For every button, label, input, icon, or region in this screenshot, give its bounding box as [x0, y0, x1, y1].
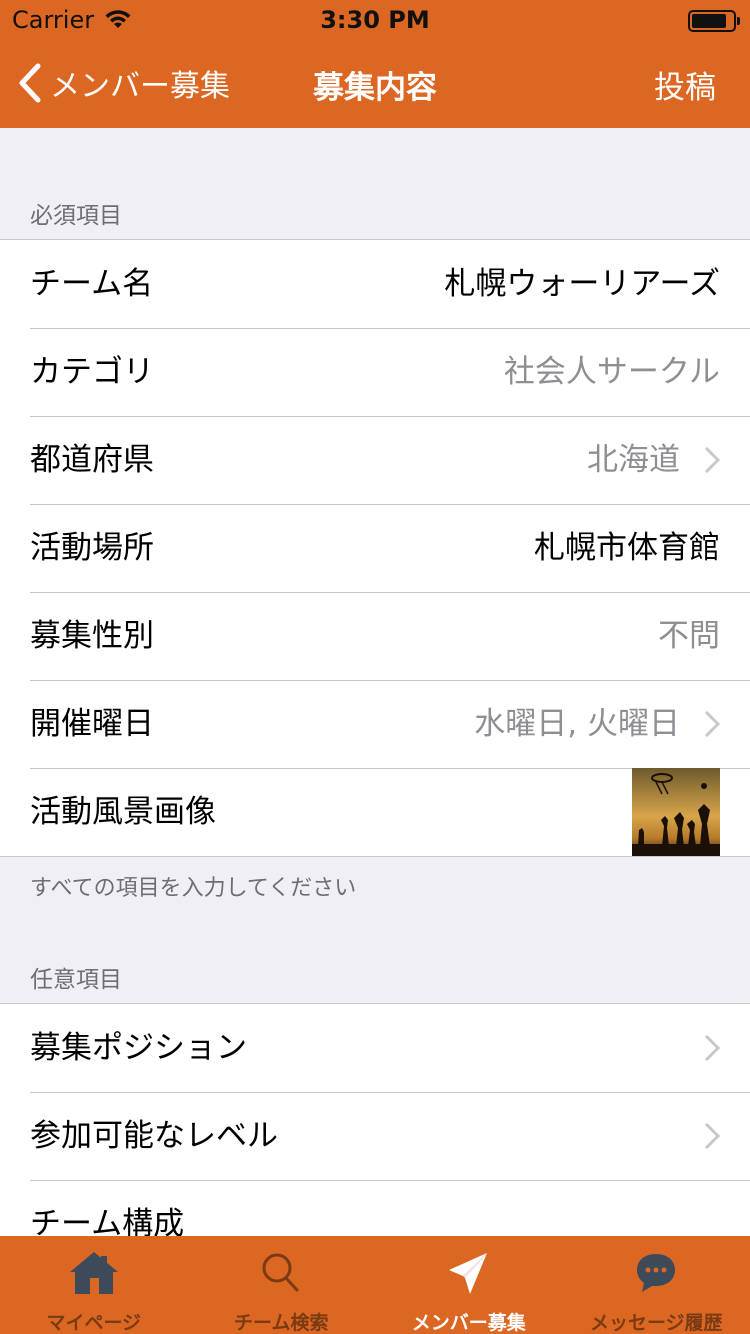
required-section-footer: すべての項目を入力してください: [30, 876, 357, 901]
row-value: 札幌市体育館: [534, 530, 720, 566]
tab-label: チーム検索: [234, 1312, 329, 1334]
row-label: 参加可能なレベル: [30, 1118, 278, 1154]
row-value: 社会人サークル: [503, 354, 720, 390]
prefecture-row[interactable]: 都道府県 北海道: [0, 416, 750, 504]
activity-photo-thumbnail[interactable]: [632, 768, 720, 856]
chevron-right-icon: [704, 710, 720, 738]
tab-label: マイページ: [46, 1312, 142, 1334]
row-value: 北海道: [587, 442, 680, 478]
battery-icon: [688, 10, 740, 32]
weekday-row[interactable]: 開催曜日 水曜日, 火曜日: [0, 680, 750, 768]
row-value: 札幌ウォーリアーズ: [444, 266, 720, 302]
paper-plane-icon: [448, 1253, 487, 1294]
chevron-right-icon: [704, 1122, 720, 1150]
chevron-right-icon: [704, 446, 720, 474]
required-fields-group: チーム名 札幌ウォーリアーズ カテゴリ 社会人サークル 都道府県 北海道 活動場…: [0, 239, 750, 857]
level-row[interactable]: 参加可能なレベル: [0, 1092, 750, 1180]
activity-place-row[interactable]: 活動場所 札幌市体育館: [0, 504, 750, 592]
chevron-right-icon: [704, 1034, 720, 1062]
tab-label: メンバー募集: [411, 1312, 526, 1334]
required-section-header: 必須項目: [30, 203, 122, 229]
status-time: 3:30 PM: [320, 6, 430, 34]
position-row[interactable]: 募集ポジション: [0, 1004, 750, 1092]
tab-bar: マイページ チーム検索 メンバー募集 メッセージ履歴: [0, 1236, 750, 1334]
optional-fields-group: 募集ポジション 参加可能なレベル チーム構成: [0, 1003, 750, 1242]
row-label: 活動風景画像: [30, 794, 216, 830]
navigation-bar: Carrier 3:30 PM メンバー募集 募集内容 投稿: [0, 0, 750, 128]
search-icon: [262, 1253, 299, 1292]
row-value: 不問: [658, 618, 720, 654]
tab-message-history[interactable]: メッセージ履歴: [563, 1236, 750, 1334]
category-row[interactable]: カテゴリ 社会人サークル: [0, 328, 750, 416]
row-label: 募集ポジション: [30, 1030, 247, 1066]
chat-bubble-icon: [637, 1254, 676, 1292]
activity-photo-row[interactable]: 活動風景画像: [0, 768, 750, 856]
team-name-row[interactable]: チーム名 札幌ウォーリアーズ: [0, 240, 750, 328]
row-label: チーム名: [30, 266, 154, 302]
row-label: カテゴリ: [30, 354, 154, 390]
gender-row[interactable]: 募集性別 不問: [0, 592, 750, 680]
tab-team-search[interactable]: チーム検索: [188, 1236, 376, 1334]
row-value: 水曜日, 火曜日: [474, 706, 680, 742]
optional-section-header: 任意項目: [30, 967, 122, 993]
row-label: 活動場所: [30, 530, 154, 566]
house-icon: [69, 1252, 118, 1294]
row-label: 開催曜日: [30, 706, 154, 742]
row-label: 募集性別: [30, 618, 154, 654]
tab-mypage[interactable]: マイページ: [0, 1236, 188, 1334]
tab-member-recruit[interactable]: メンバー募集: [375, 1236, 563, 1334]
post-button[interactable]: 投稿: [654, 62, 716, 107]
row-label: 都道府県: [30, 442, 154, 478]
page-title: 募集内容: [313, 70, 437, 106]
tab-label: メッセージ履歴: [589, 1312, 723, 1334]
status-bar: Carrier 3:30 PM: [0, 0, 750, 40]
